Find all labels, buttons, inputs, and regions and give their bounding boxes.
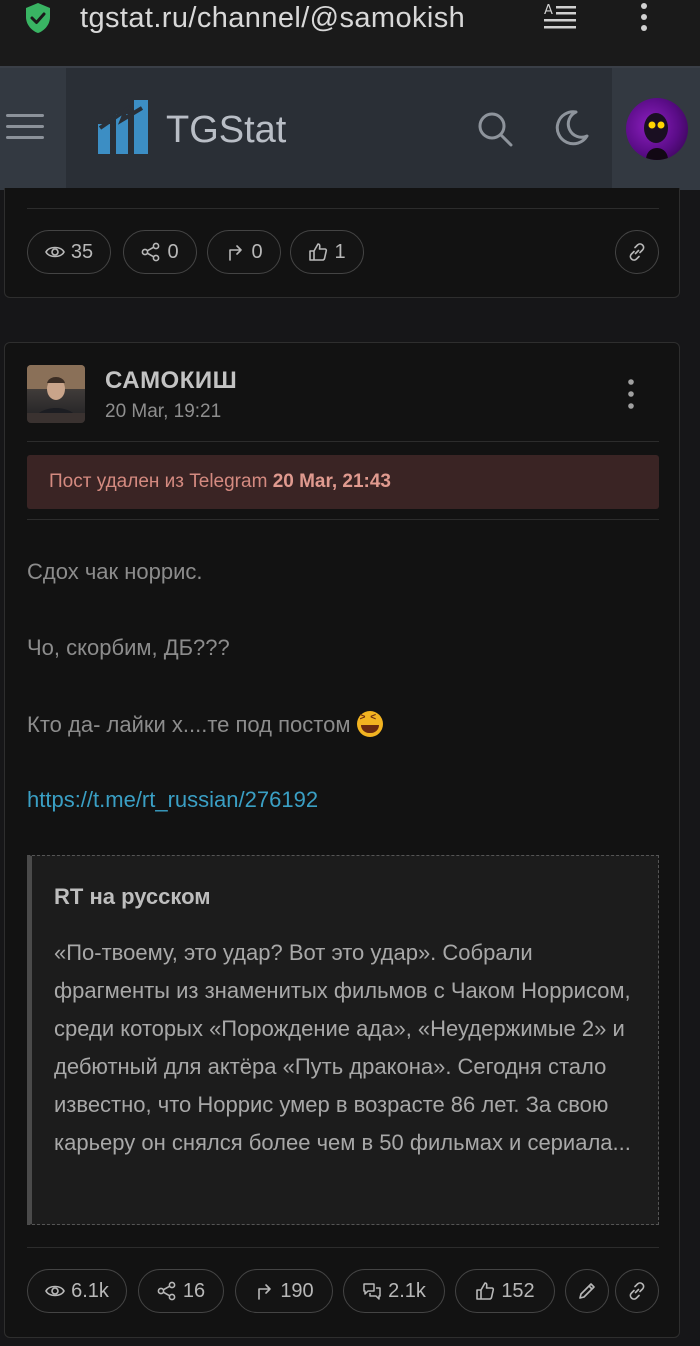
post-text-line: Чо, скорбим, ДБ???: [27, 635, 230, 660]
shares-count: 16: [182, 1279, 206, 1302]
thumbs-up-icon: [309, 243, 328, 261]
browser-url-bar: tgstat.ru/channel/@samokish A: [0, 0, 700, 66]
post-link[interactable]: https://t.me/rt_russian/276192: [27, 787, 318, 813]
deleted-notice: Пост удален из Telegram 20 Mar, 21:43: [27, 455, 659, 509]
eye-icon: [45, 1285, 65, 1297]
reactions-count: 1: [334, 240, 346, 263]
reactions-badge[interactable]: 152: [455, 1269, 555, 1313]
kebab-menu-icon[interactable]: [630, 0, 658, 36]
eye-icon: [44, 246, 65, 258]
reactions-count: 152: [501, 1279, 535, 1302]
forward-arrow-icon: [258, 1284, 272, 1300]
user-avatar[interactable]: [626, 98, 688, 160]
search-icon[interactable]: [476, 110, 514, 148]
views-badge[interactable]: 35: [27, 230, 111, 274]
post-date: 20 Mar, 19:21: [105, 401, 222, 422]
forward-arrow-icon: [229, 245, 243, 261]
channel-avatar[interactable]: [27, 365, 85, 423]
deleted-notice-text: Пост удален из Telegram: [49, 471, 268, 492]
moon-icon[interactable]: [552, 108, 590, 148]
post-text-line: Сдох чак норрис.: [27, 559, 203, 584]
channel-name[interactable]: САМОКИШ: [105, 367, 237, 395]
comments-count: 2.1k: [388, 1279, 426, 1302]
shares-badge[interactable]: 0: [123, 230, 197, 274]
user-menu[interactable]: [612, 68, 700, 190]
forwards-badge[interactable]: 190: [235, 1269, 333, 1313]
quote-source-title[interactable]: RT на русском: [54, 884, 211, 910]
shares-count: 0: [167, 240, 179, 263]
previous-post-card: 35 0 0 1: [4, 188, 680, 298]
share-icon: [157, 1281, 176, 1301]
pencil-icon: [579, 1283, 595, 1299]
thumbs-up-icon: [476, 1282, 495, 1300]
post-kebab-menu-icon[interactable]: [623, 377, 639, 411]
link-icon: [629, 243, 645, 261]
brand-name[interactable]: TGStat: [166, 108, 286, 152]
shield-check-icon: [26, 3, 50, 33]
svg-text:A: A: [544, 3, 553, 18]
divider: [27, 519, 659, 520]
copy-link-button[interactable]: [615, 1269, 659, 1313]
reactions-badge[interactable]: 1: [290, 230, 364, 274]
post-text-line: Кто да- лайки х....те под постом: [27, 712, 351, 737]
views-count: 35: [70, 240, 94, 263]
post-text-line-with-emoji: Кто да- лайки х....те под постом: [27, 711, 383, 738]
edit-button[interactable]: [565, 1269, 609, 1313]
site-header: TGStat: [0, 66, 700, 190]
hamburger-menu-button[interactable]: [0, 68, 66, 190]
comments-icon: [363, 1283, 381, 1300]
divider: [27, 441, 659, 442]
forwards-count: 190: [280, 1279, 314, 1302]
copy-link-button[interactable]: [615, 230, 659, 274]
post-card: САМОКИШ 20 Mar, 19:21 Пост удален из Tel…: [4, 342, 680, 1338]
forwarded-quote[interactable]: RT на русском «По-твоему, это удар? Вот …: [27, 855, 659, 1225]
views-count: 6.1k: [71, 1279, 109, 1302]
forwards-count: 0: [251, 240, 263, 263]
forwards-badge[interactable]: 0: [207, 230, 281, 274]
shares-badge[interactable]: 16: [138, 1269, 224, 1313]
link-icon: [629, 1282, 645, 1300]
comments-badge[interactable]: 2.1k: [343, 1269, 445, 1313]
reader-mode-icon[interactable]: A: [542, 2, 578, 34]
url-text[interactable]: tgstat.ru/channel/@samokish: [80, 2, 465, 34]
divider: [27, 208, 659, 209]
logo-icon[interactable]: [96, 98, 154, 156]
laughing-emoji-icon: [356, 711, 383, 737]
hamburger-menu-icon: [6, 114, 44, 142]
views-badge[interactable]: 6.1k: [27, 1269, 127, 1313]
deleted-notice-date: 20 Mar, 21:43: [272, 471, 391, 492]
share-icon: [142, 242, 160, 262]
divider: [27, 1247, 659, 1248]
quote-text: «По-твоему, это удар? Вот это удар». Соб…: [54, 940, 631, 1155]
